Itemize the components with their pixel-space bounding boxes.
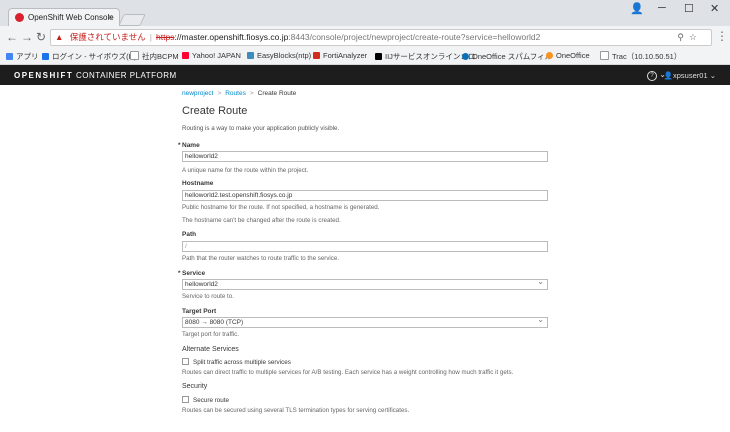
username: xpsuser01 bbox=[673, 71, 708, 80]
bookmark-oneoffice[interactable]: OneOffice bbox=[546, 51, 590, 60]
security-heading: Security bbox=[182, 383, 208, 390]
chevron-down-icon: ⌄ bbox=[707, 71, 716, 80]
url-host: ://master.openshift.fiosys.co.jp bbox=[174, 32, 289, 42]
create-route-form: newproject > Routes > Create Route Create Ro… bbox=[178, 85, 548, 432]
alternate-services-help: Routes can direct traffic to multiple se… bbox=[182, 369, 514, 376]
bookmark-bcpm[interactable]: 社内BCPM bbox=[130, 51, 179, 62]
bookmark-oneoffice-spam[interactable]: OneOffice スパムフィル bbox=[462, 51, 552, 62]
secure-route-checkbox[interactable]: Secure route bbox=[182, 396, 229, 404]
browser-tab[interactable]: OpenShift Web Console × bbox=[8, 8, 120, 27]
service-label: * Service bbox=[178, 270, 206, 277]
bookmark-cybozu[interactable]: ログイン - サイボウズ(R) bbox=[42, 51, 137, 62]
alternate-services-heading: Alternate Services bbox=[182, 346, 239, 353]
browser-tab-strip: OpenShift Web Console × 👤 ─ ☐ ✕ bbox=[0, 0, 730, 27]
bookmark-fortianalyzer[interactable]: FortiAnalyzer bbox=[313, 51, 367, 60]
bookmark-yahoo[interactable]: Yahoo! JAPAN bbox=[182, 51, 241, 60]
url-path: :8443/console/project/newproject/create-… bbox=[288, 32, 541, 42]
new-tab-button[interactable] bbox=[118, 14, 146, 26]
bookmark-trac[interactable]: Trac（10.10.50.51） bbox=[600, 51, 681, 62]
brand-logo[interactable]: OPENSHIFT CONTAINER PLATFORM bbox=[14, 71, 177, 80]
breadcrumb-routes[interactable]: Routes bbox=[225, 90, 246, 97]
user-icon: 👤 bbox=[663, 71, 674, 80]
back-icon[interactable]: ← bbox=[6, 30, 18, 44]
hostname-field[interactable]: helloworld2.test.openshift.fiosys.co.jp bbox=[182, 190, 548, 201]
name-help: A unique name for the route within the p… bbox=[182, 167, 309, 174]
checkbox-icon bbox=[182, 358, 189, 365]
bookmark-easyblocks[interactable]: EasyBlocks(ntp) bbox=[247, 51, 311, 60]
page-intro: Routing is a way to make your applicatio… bbox=[182, 125, 340, 132]
url-scheme: https bbox=[156, 32, 175, 42]
breadcrumb: newproject > Routes > Create Route bbox=[182, 90, 297, 97]
openshift-favicon-icon bbox=[15, 13, 24, 22]
bookmarks-bar: アプリ ログイン - サイボウズ(R) 社内BCPM Yahoo! JAPAN … bbox=[0, 48, 730, 65]
menu-icon[interactable]: ⋮ bbox=[716, 29, 728, 43]
close-window-icon[interactable]: ✕ bbox=[710, 2, 719, 15]
name-field[interactable]: helloworld2 bbox=[182, 151, 548, 162]
warning-icon: ▲ bbox=[55, 32, 64, 42]
hostname-note: The hostname can't be changed after the … bbox=[182, 217, 341, 224]
breadcrumb-current: Create Route bbox=[257, 90, 297, 97]
bookmark-apps[interactable]: アプリ bbox=[6, 51, 39, 62]
bookmark-iij[interactable]: IIJサービスオンライン：ロ bbox=[375, 51, 475, 62]
forward-icon[interactable]: → bbox=[21, 30, 33, 44]
page-title: Create Route bbox=[182, 105, 248, 117]
address-bar-icons: ⚲ ☆ bbox=[677, 30, 697, 45]
name-label: * Name bbox=[178, 142, 200, 149]
path-help: Path that the router watches to route tr… bbox=[182, 255, 340, 262]
path-label: Path bbox=[182, 231, 197, 238]
account-icon[interactable]: 👤 bbox=[630, 2, 644, 15]
minimize-icon[interactable]: ─ bbox=[658, 2, 666, 14]
reload-icon[interactable]: ↻ bbox=[36, 30, 46, 44]
user-menu[interactable]: 👤xpsuser01 ⌄ bbox=[664, 71, 716, 80]
breadcrumb-project[interactable]: newproject bbox=[182, 90, 213, 97]
maximize-icon[interactable]: ☐ bbox=[684, 2, 694, 15]
bookmark-star-icon[interactable]: ☆ bbox=[689, 32, 697, 42]
checkbox-icon bbox=[182, 396, 189, 403]
path-field[interactable]: / bbox=[182, 241, 548, 252]
browser-toolbar: ← → ↻ ▲ 保護されていません | https://master.openshi… bbox=[0, 26, 730, 49]
target-port-help: Target port for traffic. bbox=[182, 331, 239, 338]
hostname-help: Public hostname for the route. If not sp… bbox=[182, 204, 380, 211]
address-bar[interactable]: ▲ 保護されていません | https://master.openshift.fio… bbox=[50, 29, 712, 46]
address-separator: | bbox=[149, 32, 153, 42]
search-icon[interactable]: ⚲ bbox=[677, 32, 684, 42]
service-select[interactable]: helloworld2 bbox=[182, 277, 548, 290]
security-warning-text: 保護されていません bbox=[69, 32, 146, 42]
openshift-header: OPENSHIFT CONTAINER PLATFORM ? ⌄ 👤xpsuse… bbox=[0, 65, 730, 85]
tab-title: OpenShift Web Console bbox=[28, 13, 114, 22]
hostname-label: Hostname bbox=[182, 180, 214, 187]
security-help: Routes can be secured using several TLS … bbox=[182, 407, 410, 414]
help-icon: ? bbox=[647, 71, 658, 81]
close-tab-icon[interactable]: × bbox=[108, 12, 113, 22]
target-port-select[interactable]: 8080 → 8080 (TCP) bbox=[182, 315, 548, 328]
target-port-label: Target Port bbox=[182, 308, 217, 315]
split-traffic-checkbox[interactable]: Split traffic across multiple services bbox=[182, 358, 291, 366]
service-help: Service to route to. bbox=[182, 293, 234, 300]
